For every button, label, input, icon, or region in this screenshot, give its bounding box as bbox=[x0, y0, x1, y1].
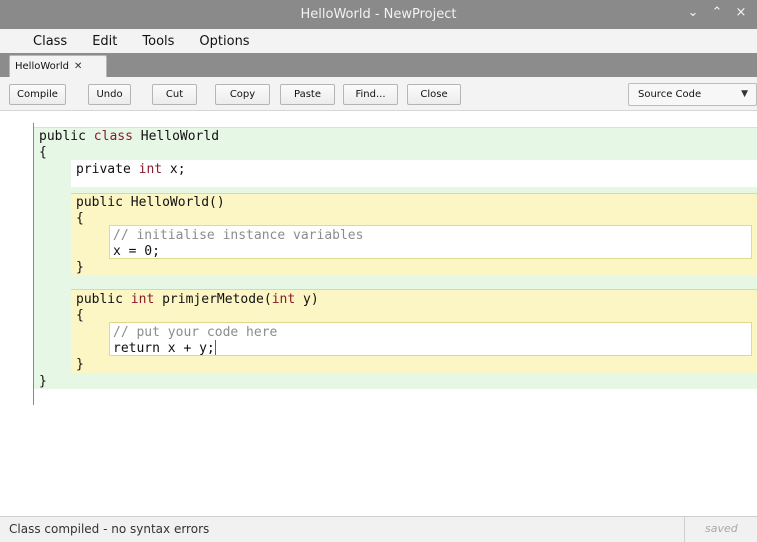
compile-button[interactable]: Compile bbox=[9, 84, 66, 105]
code-token: { bbox=[76, 211, 84, 226]
code-comment: // initialise instance variables bbox=[113, 228, 364, 243]
window-controls: ⌄ ⌃ × bbox=[687, 5, 747, 20]
editor-window: HelloWorld - NewProject ⌄ ⌃ × Class Edit… bbox=[0, 0, 757, 542]
code-token: } bbox=[39, 374, 47, 389]
tab-bar: HelloWorld ✕ bbox=[0, 53, 757, 77]
code-token: { bbox=[76, 308, 84, 323]
copy-button[interactable]: Copy bbox=[215, 84, 270, 105]
maximize-icon[interactable]: ⌃ bbox=[711, 5, 723, 20]
tab-label: HelloWorld bbox=[15, 61, 70, 72]
find-button[interactable]: Find... bbox=[343, 84, 398, 105]
code-line: public int primjerMetode(int y) bbox=[76, 291, 319, 308]
code-token: } bbox=[76, 357, 84, 372]
code-comment: // put your code here bbox=[113, 325, 278, 340]
cut-button[interactable]: Cut bbox=[152, 84, 197, 105]
code-line: x = 0; bbox=[113, 243, 160, 260]
saved-indicator: saved bbox=[705, 522, 738, 535]
code-keyword: class bbox=[93, 129, 133, 144]
code-line: private int x; bbox=[76, 161, 186, 178]
minimize-icon[interactable]: ⌄ bbox=[687, 5, 699, 20]
menu-bar: Class Edit Tools Options bbox=[0, 29, 757, 53]
code-line: { bbox=[39, 144, 47, 161]
code-line: { bbox=[76, 210, 84, 227]
menu-class[interactable]: Class bbox=[33, 34, 67, 49]
tab-helloworld[interactable]: HelloWorld ✕ bbox=[9, 55, 107, 77]
code-line: } bbox=[39, 373, 47, 390]
toolbar: Compile Undo Cut Copy Paste Find... Clos… bbox=[0, 77, 757, 111]
menu-tools[interactable]: Tools bbox=[142, 34, 174, 49]
code-line: // put your code here bbox=[113, 324, 277, 341]
status-divider bbox=[684, 517, 685, 542]
code-line: return x + y; bbox=[113, 340, 216, 357]
code-token: private bbox=[76, 162, 139, 177]
code-keyword: int bbox=[130, 292, 155, 307]
menu-options[interactable]: Options bbox=[199, 34, 249, 49]
code-line: } bbox=[76, 356, 84, 373]
code-token: public bbox=[76, 292, 131, 307]
status-bar: Class compiled - no syntax errors saved bbox=[0, 516, 757, 542]
code-token: return x + y; bbox=[113, 341, 215, 356]
code-line: { bbox=[76, 307, 84, 324]
text-cursor bbox=[214, 340, 216, 355]
menu-edit[interactable]: Edit bbox=[92, 34, 117, 49]
code-editor[interactable]: public class HelloWorld{private int x; pu… bbox=[9, 111, 757, 516]
undo-button[interactable]: Undo bbox=[88, 84, 131, 105]
close-icon[interactable]: × bbox=[735, 5, 747, 20]
code-keyword: int bbox=[138, 162, 163, 177]
code-line: } bbox=[76, 259, 84, 276]
title-bar[interactable]: HelloWorld - NewProject ⌄ ⌃ × bbox=[0, 0, 757, 29]
code-token: primjerMetode( bbox=[154, 292, 272, 307]
code-token: public HelloWorld() bbox=[76, 195, 225, 210]
code-token: y) bbox=[295, 292, 319, 307]
close-button[interactable]: Close bbox=[407, 84, 461, 105]
view-select[interactable]: Source Code ▼ bbox=[628, 83, 757, 106]
code-line: public HelloWorld() bbox=[76, 194, 225, 211]
status-message: Class compiled - no syntax errors bbox=[9, 522, 210, 536]
code-token: { bbox=[39, 145, 47, 160]
window-title: HelloWorld - NewProject bbox=[300, 7, 457, 22]
code-token: public bbox=[39, 129, 94, 144]
code-token: x; bbox=[162, 162, 186, 177]
view-select-value: Source Code bbox=[638, 89, 702, 100]
chevron-down-icon: ▼ bbox=[741, 89, 748, 99]
code-line: // initialise instance variables bbox=[113, 227, 363, 244]
code-keyword: int bbox=[271, 292, 296, 307]
code-token: } bbox=[76, 260, 84, 275]
code-token: HelloWorld bbox=[132, 129, 220, 144]
tab-close-icon[interactable]: ✕ bbox=[74, 61, 82, 72]
code-token: x = 0; bbox=[113, 244, 160, 259]
paste-button[interactable]: Paste bbox=[280, 84, 335, 105]
code-line: public class HelloWorld bbox=[39, 128, 219, 145]
gutter-line bbox=[33, 123, 34, 405]
